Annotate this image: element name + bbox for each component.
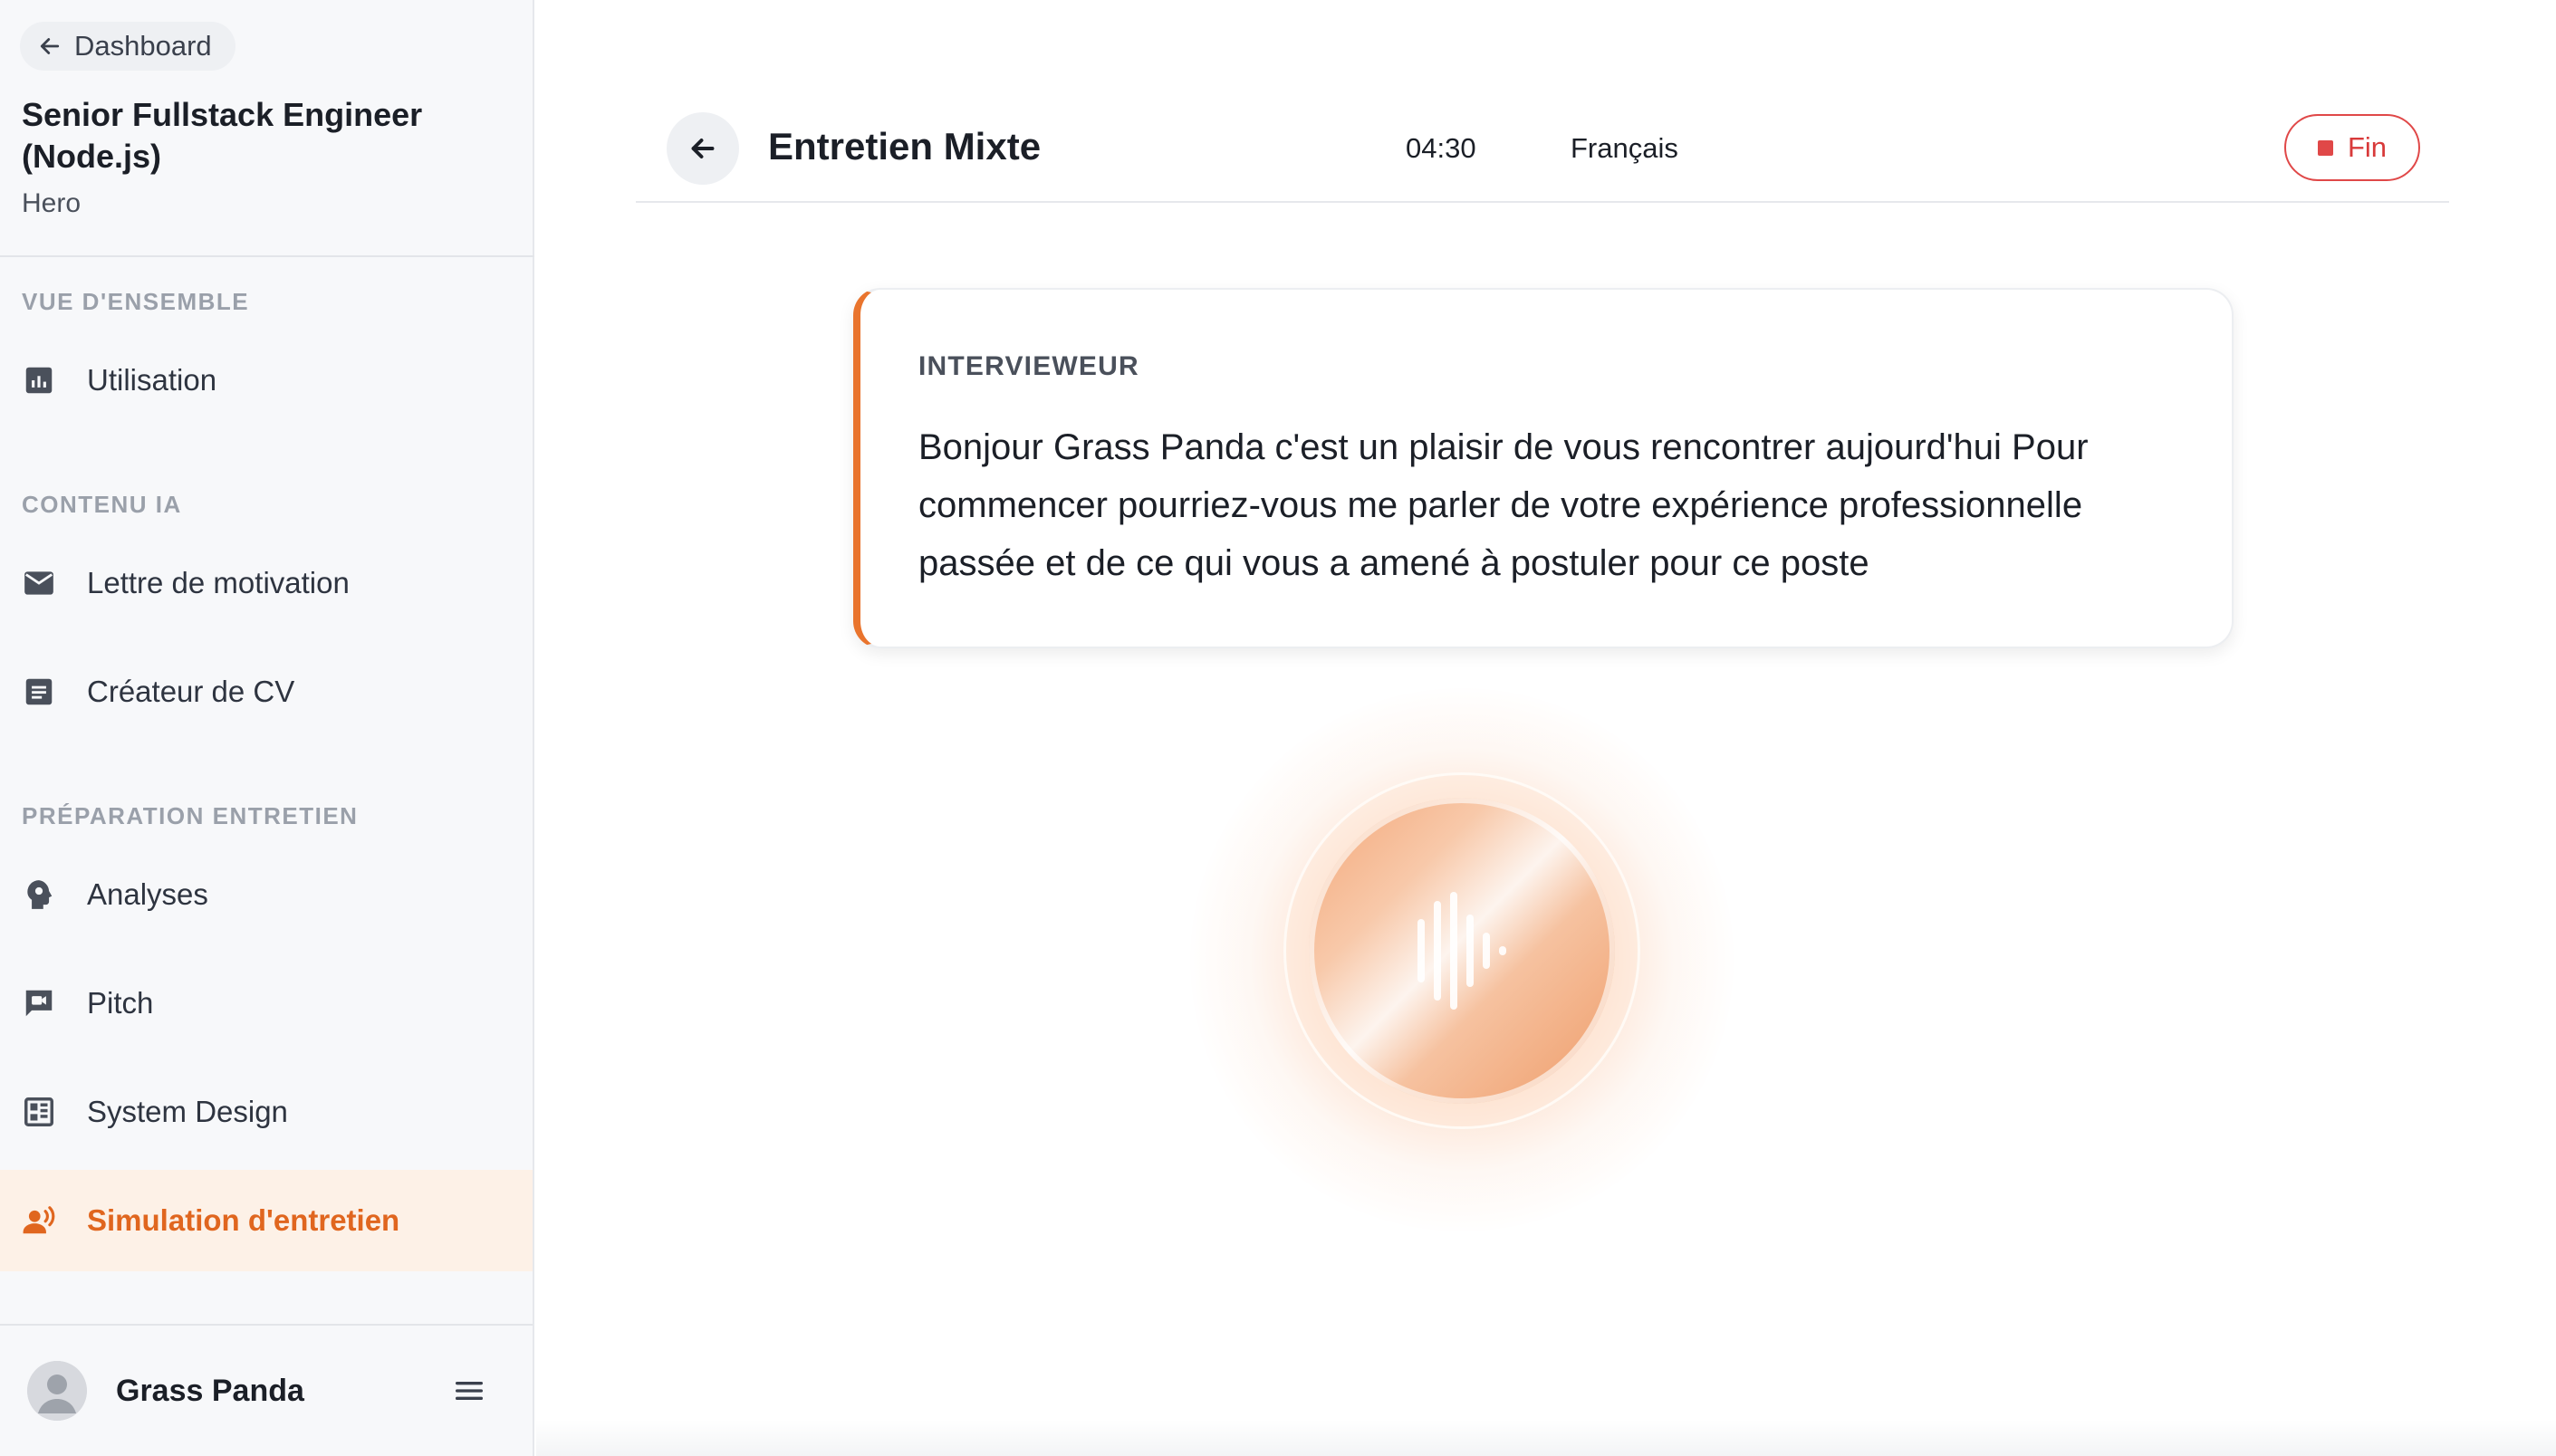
section-label-overview: VUE D'ENSEMBLE — [22, 288, 250, 315]
person-voice-icon — [22, 1203, 56, 1238]
stop-icon — [2317, 139, 2333, 156]
user-profile-row[interactable]: Grass Panda — [0, 1324, 533, 1456]
sidebar-item-label: Créateur de CV — [87, 675, 295, 708]
sidebar-item-interview-simulation[interactable]: Simulation d'entretien — [0, 1170, 533, 1271]
end-button-label: Fin — [2347, 131, 2388, 163]
sidebar-item-label: Simulation d'entretien — [87, 1203, 400, 1237]
voice-orb-button[interactable] — [1309, 798, 1615, 1104]
sidebar-divider — [0, 255, 534, 257]
app: Dashboard Senior Fullstack Engineer (Nod… — [0, 0, 2556, 1456]
section-label-ai-content: CONTENU IA — [22, 491, 182, 518]
chart-icon — [22, 363, 56, 398]
end-interview-button[interactable]: Fin — [2284, 114, 2420, 181]
sidebar-item-cover-letter[interactable]: Lettre de motivation — [0, 532, 533, 634]
document-icon — [22, 675, 56, 709]
job-title: Senior Fullstack Engineer (Node.js) — [22, 96, 423, 175]
section-label-interview-prep: PRÉPARATION ENTRETIEN — [22, 802, 359, 829]
menu-icon[interactable] — [451, 1373, 487, 1409]
interview-header: Entretien Mixte 04:30 Français Fin — [636, 109, 2449, 203]
sidebar-item-system-design[interactable]: System Design — [0, 1061, 533, 1163]
speaker-label: INTERVIEWEUR — [918, 351, 1139, 381]
sidebar-item-label: Lettre de motivation — [87, 566, 350, 599]
sidebar-item-label: Pitch — [87, 986, 154, 1020]
sidebar-item-cv-builder[interactable]: Créateur de CV — [0, 641, 533, 742]
sidebar: Dashboard Senior Fullstack Engineer (Nod… — [0, 0, 534, 1456]
page-title: Entretien Mixte — [768, 125, 1042, 168]
sidebar-item-label: Utilisation — [87, 363, 217, 397]
video-chat-icon — [22, 986, 56, 1020]
audio-wave-icon — [1417, 892, 1506, 1010]
sidebar-item-label: System Design — [87, 1095, 288, 1128]
dashboard-back-label: Dashboard — [74, 30, 212, 62]
mail-icon — [22, 566, 56, 600]
brain-head-icon — [22, 877, 56, 912]
sidebar-item-usage[interactable]: Utilisation — [0, 330, 533, 431]
bottom-fade — [536, 1420, 2556, 1456]
voice-orb — [1190, 688, 1734, 1231]
sidebar-item-label: Analyses — [87, 877, 208, 911]
arrow-left-icon — [40, 38, 60, 54]
message-text: Bonjour Grass Panda c'est un plaisir de … — [918, 427, 2089, 583]
avatar — [27, 1361, 87, 1421]
dashboard-back-link[interactable]: Dashboard — [20, 22, 235, 71]
language-label: Français — [1571, 132, 1678, 164]
job-subtitle: Hero — [22, 188, 82, 218]
back-button[interactable] — [667, 112, 739, 185]
sidebar-item-pitch[interactable]: Pitch — [0, 953, 533, 1054]
arrow-left-icon — [691, 139, 715, 158]
sidebar-item-analyses[interactable]: Analyses — [0, 844, 533, 945]
interviewer-message-card: INTERVIEWEUR Bonjour Grass Panda c'est u… — [853, 288, 2234, 648]
user-name: Grass Panda — [116, 1373, 304, 1408]
main-content: Entretien Mixte 04:30 Français Fin INTER… — [536, 0, 2556, 1456]
schema-icon — [22, 1095, 56, 1129]
interview-timer: 04:30 — [1406, 132, 1476, 164]
